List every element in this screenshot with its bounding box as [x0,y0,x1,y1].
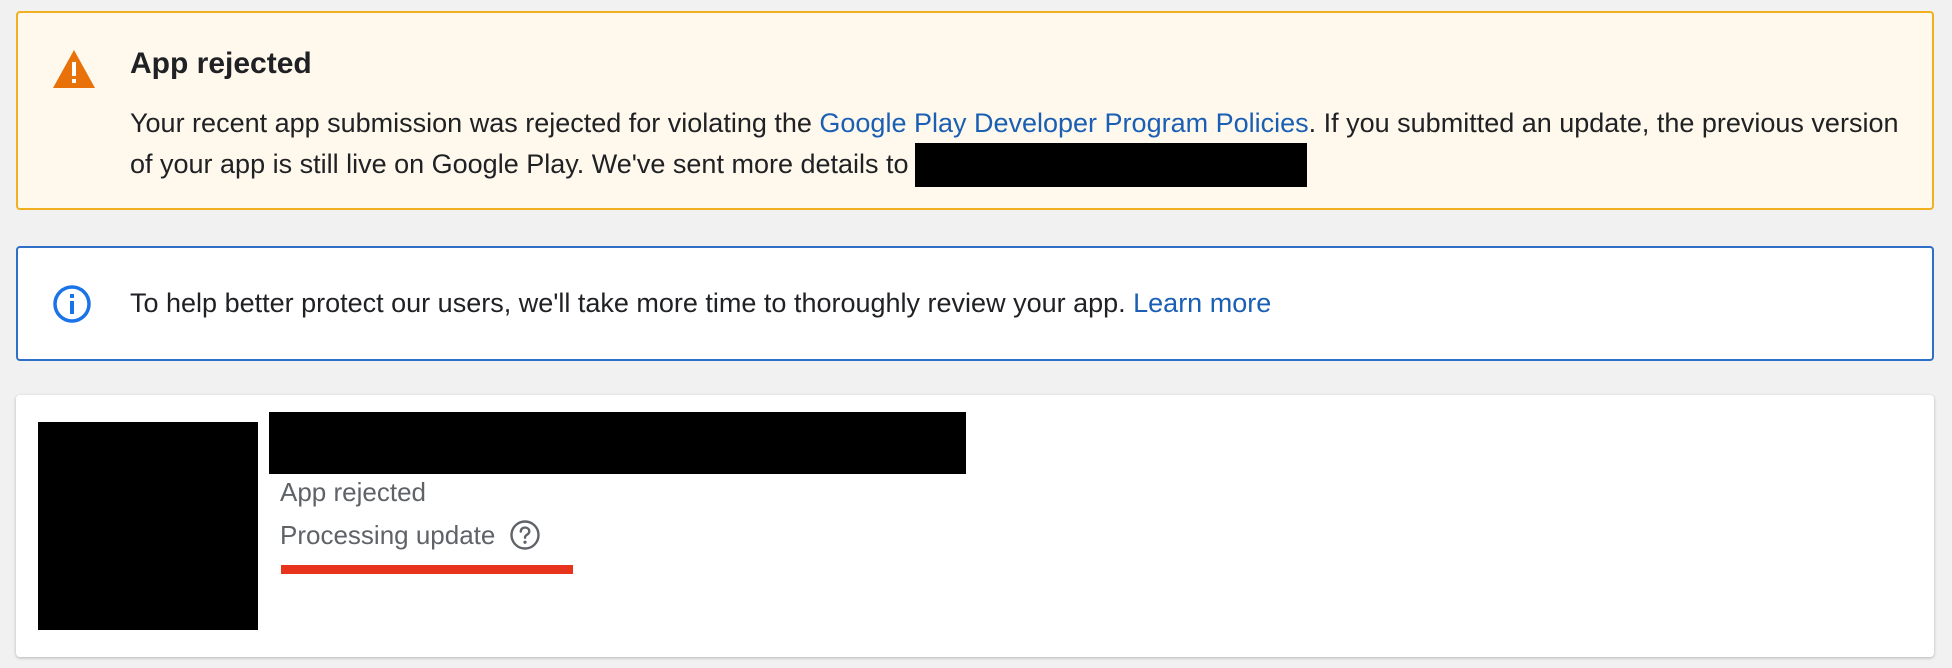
info-circle-icon [53,285,91,323]
developer-policies-link[interactable]: Google Play Developer Program Policies [819,108,1308,138]
review-info-banner: To help better protect our users, we'll … [16,246,1934,361]
banner-message-start: Your recent app submission was rejected … [130,108,820,138]
app-rejected-banner: App rejected Your recent app submission … [16,11,1934,210]
app-icon-redacted [38,422,258,630]
app-name-redacted [269,412,966,474]
app-card: App rejected Processing update [16,395,1934,657]
warning-triangle-icon [53,50,95,88]
red-underline-annotation [281,565,573,574]
help-circle-icon[interactable] [509,519,541,551]
processing-update-label: Processing update [280,520,496,550]
banner-message: Your recent app submission was rejected … [130,103,1920,187]
redacted-email [914,143,1307,187]
info-message: To help better protect our users, we'll … [130,286,1271,320]
learn-more-link[interactable]: Learn more [1133,288,1271,318]
processing-status-row: Processing update [280,518,541,552]
info-message-text: To help better protect our users, we'll … [130,288,1134,318]
app-status: App rejected [280,477,426,507]
banner-title: App rejected [130,47,312,80]
